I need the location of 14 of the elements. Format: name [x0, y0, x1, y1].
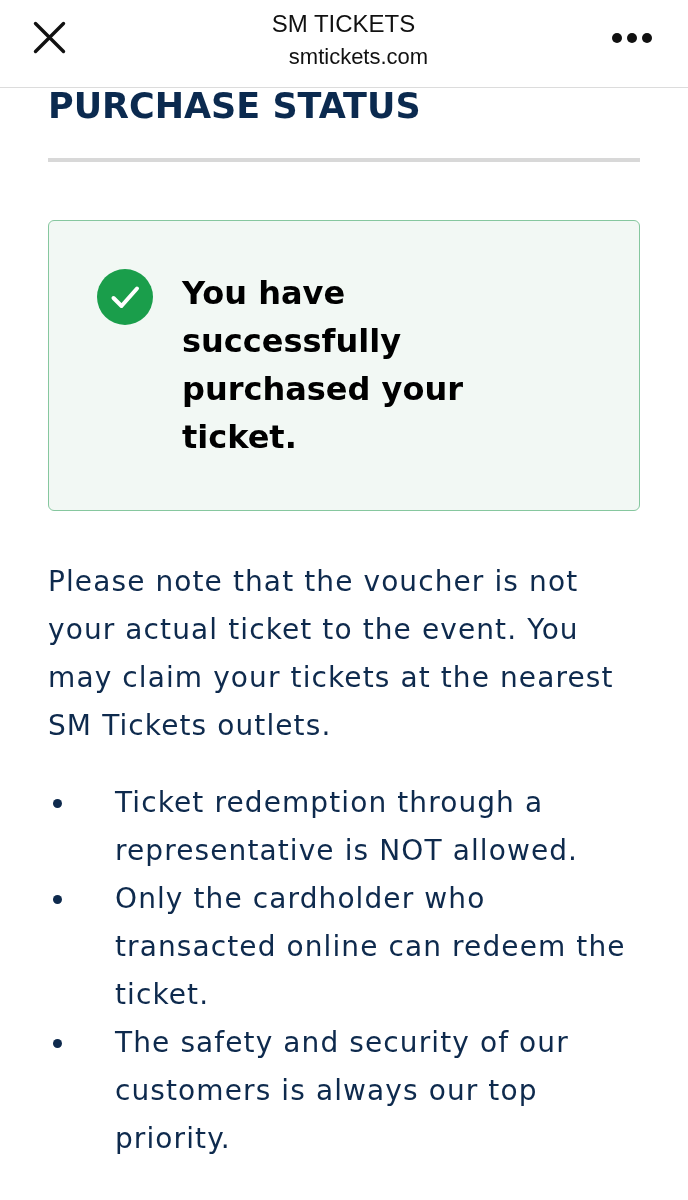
- site-title: SM TICKETS: [271, 10, 416, 38]
- page-heading: PURCHASE STATUS: [48, 88, 421, 124]
- note-paragraph: Please note that the voucher is not your actual ticket to the event. You may claim your tickets at the nearest SM Tickets outlets.: [48, 564, 615, 744]
- more-options-icon[interactable]: [612, 33, 652, 43]
- list-item-text: Ticket redemption through a representative is NOT allowed.: [115, 785, 580, 869]
- list-item-text: The safety and security of our customers is always our top priority.: [115, 1025, 570, 1157]
- close-icon[interactable]: [33, 21, 66, 54]
- list-item-text: Only the cardholder who transacted online can redeem the ticket.: [115, 881, 627, 1013]
- status-message: You have successfully purchased your ticket.: [182, 273, 464, 458]
- site-url: smtickets.com: [288, 43, 429, 71]
- bullet-icon: [53, 895, 62, 904]
- check-circle-icon: [97, 269, 153, 325]
- bullet-icon: [53, 799, 62, 808]
- bullet-icon: [53, 1039, 62, 1048]
